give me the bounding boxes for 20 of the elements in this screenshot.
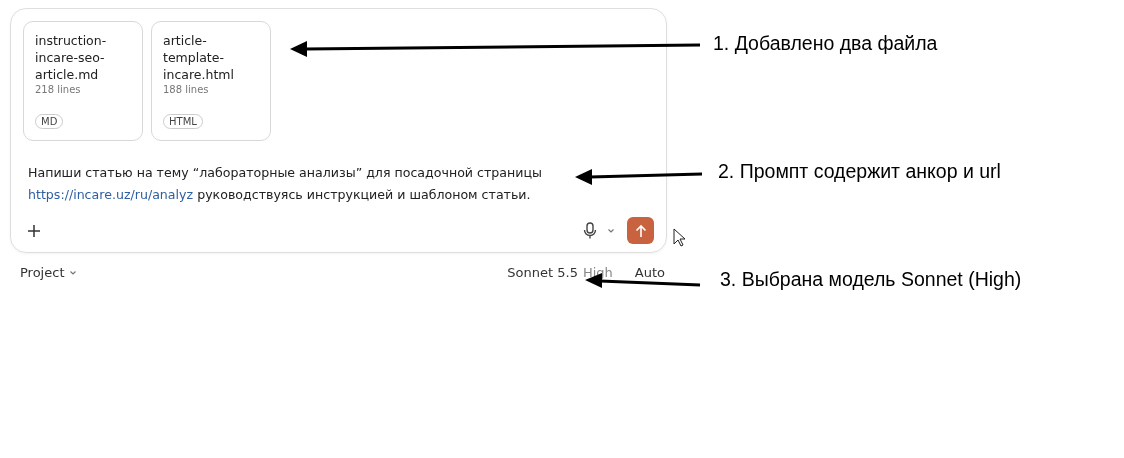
annotation-text: 1. Добавлено два файла bbox=[713, 32, 938, 55]
file-name: article-template-incare.html bbox=[163, 32, 235, 83]
arrow-up-icon bbox=[633, 223, 648, 238]
chevron-down-icon[interactable] bbox=[607, 227, 615, 234]
plus-icon bbox=[27, 223, 41, 238]
file-card[interactable]: instruction-incare-seo-article.md 218 lines MD bbox=[23, 21, 143, 141]
mode-selector[interactable]: Auto bbox=[634, 265, 665, 280]
send-button[interactable] bbox=[627, 217, 654, 244]
annotation-text: 3. Выбрана модель Sonnet (High) bbox=[720, 268, 1022, 291]
line-count: 188 lines bbox=[163, 84, 209, 95]
microphone-icon[interactable] bbox=[583, 221, 597, 240]
url-link[interactable]: https://incare.uz/ru/analyz bbox=[28, 187, 194, 202]
project-dropdown[interactable]: Project bbox=[20, 265, 78, 280]
file-name: instruction-incare-seo-article.md bbox=[35, 32, 108, 83]
annotation-text: 2. Промпт содержит анкор и url bbox=[718, 160, 1001, 183]
prompt-text[interactable]: Напиши статью на тему “лабораторные анализы” для посадочной страницы https://incare.uz/ru/analyz руководствуясь инструкцией и шаблоном статьи. bbox=[23, 162, 654, 206]
mouse-cursor-icon bbox=[673, 228, 687, 248]
chevron-down-icon bbox=[69, 269, 78, 276]
line-count: 218 lines bbox=[35, 84, 81, 95]
file-card[interactable]: article-template-incare.html 188 lines HTML bbox=[151, 21, 271, 141]
